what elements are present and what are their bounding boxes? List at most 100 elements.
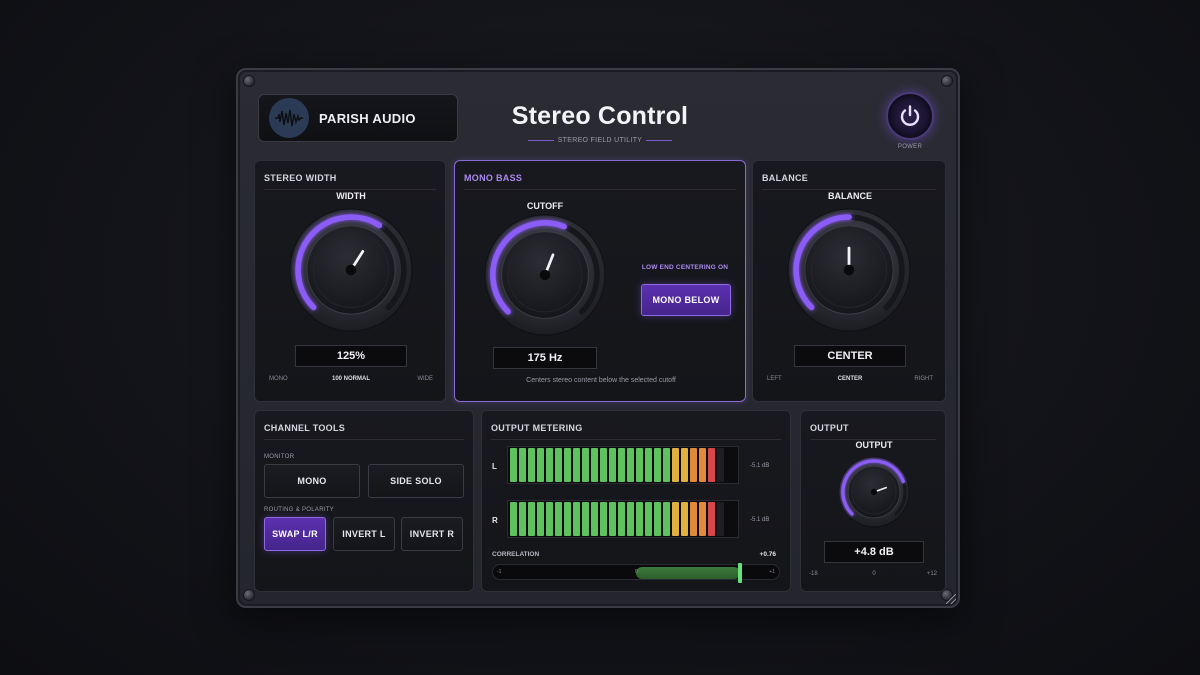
corr-mid-tick: 0: [635, 569, 638, 575]
corr-min-tick: -1: [497, 569, 502, 575]
width-readout[interactable]: 125%: [295, 345, 407, 367]
meter-segment: [555, 502, 562, 536]
cutoff-readout[interactable]: 175 Hz: [493, 347, 597, 369]
output-readout[interactable]: +4.8 dB: [824, 541, 924, 563]
right-db-readout: -5.1 dB: [750, 517, 770, 523]
knob-label: CUTOFF: [526, 201, 564, 211]
meter-segment: [591, 502, 598, 536]
knob-center-dot: [345, 264, 357, 276]
balance-readout[interactable]: CENTER: [794, 345, 906, 367]
meter-segment: [519, 448, 526, 482]
meter-segment: [510, 448, 517, 482]
brand-name: PARISH AUDIO: [319, 110, 416, 126]
scale-max-label: RIGHT: [914, 376, 933, 382]
meter-segment: [564, 448, 571, 482]
panel-title: BALANCE: [762, 173, 936, 190]
mono-bass-hint: Centers stereo content below the selecte…: [526, 377, 676, 384]
stereo-width-panel: STEREO WIDTH WIDTH 125% MONO 100 NORMAL …: [254, 160, 446, 402]
correlation-marker: [738, 563, 743, 583]
correlation-value: +0.76: [759, 551, 776, 558]
power-label: POWER: [897, 144, 923, 150]
meter-segment: [699, 502, 706, 536]
waveform-logo-icon: [269, 98, 309, 138]
meter-segment: [627, 448, 634, 482]
knob-label: WIDTH: [336, 191, 366, 201]
cutoff-knob[interactable]: [483, 213, 607, 337]
low-end-centering-status: LOW END CENTERING ON: [641, 264, 729, 271]
right-level-meter: [507, 500, 739, 538]
meter-segment: [510, 502, 517, 536]
meter-segment: [681, 448, 688, 482]
meter-segment: [636, 448, 643, 482]
invert-r-button[interactable]: INVERT R: [401, 517, 463, 551]
meter-segment: [690, 448, 697, 482]
divider: [646, 140, 673, 141]
plugin-window: PARISH AUDIO Stereo Control STEREO FIELD…: [236, 68, 960, 608]
meter-segment: [618, 502, 625, 536]
meter-segment: [519, 502, 526, 536]
panel-title: MONO BASS: [464, 173, 736, 190]
left-channel-label: L: [492, 462, 497, 471]
correlation-fill: [636, 567, 741, 579]
meter-segment: [681, 502, 688, 536]
meter-segment: [708, 448, 715, 482]
subtitle-row: STEREO FIELD UTILITY: [488, 137, 712, 144]
power-control: POWER: [884, 92, 936, 150]
meter-segment: [672, 502, 679, 536]
output-knob[interactable]: [837, 455, 911, 529]
meter-segment: [582, 502, 589, 536]
power-button[interactable]: [886, 92, 934, 140]
meter-segment: [591, 448, 598, 482]
corr-max-tick: +1: [769, 569, 775, 575]
monitor-section-label: MONITOR: [264, 454, 295, 460]
meter-segment: [528, 502, 535, 536]
meter-segment: [627, 502, 634, 536]
plugin-title: Stereo Control: [511, 102, 689, 130]
screw: [942, 76, 952, 86]
meter-segment: [546, 448, 553, 482]
meter-segment: [564, 502, 571, 536]
knob-center-dot: [843, 264, 855, 276]
right-channel-label: R: [492, 516, 498, 525]
divider: [527, 140, 554, 141]
output-metering-panel: OUTPUT METERING L -5.1 dB R -5.1 dB CORR…: [481, 410, 791, 592]
meter-segment: [717, 502, 724, 536]
meter-segment: [663, 502, 670, 536]
mono-button[interactable]: MONO: [264, 464, 360, 498]
meter-segment: [573, 448, 580, 482]
meter-segment: [609, 502, 616, 536]
scale-mid-label: 0: [872, 571, 876, 577]
panel-title: STEREO WIDTH: [264, 173, 436, 190]
routing-section-label: ROUTING & POLARITY: [264, 507, 335, 513]
side-solo-button[interactable]: SIDE SOLO: [368, 464, 464, 498]
meter-segment: [528, 448, 535, 482]
meter-segment: [645, 502, 652, 536]
output-panel: OUTPUT OUTPUT +4.8 dB -18 0 +12: [800, 410, 946, 592]
meter-segment: [546, 502, 553, 536]
meter-segment: [663, 448, 670, 482]
screw: [244, 590, 254, 600]
meter-segment: [618, 448, 625, 482]
scale-max-label: +12: [926, 571, 937, 577]
left-db-readout: -5.1 dB: [750, 463, 770, 469]
meter-segment: [672, 448, 679, 482]
resize-grip-icon[interactable]: [946, 594, 956, 604]
meter-segment: [636, 502, 643, 536]
balance-knob[interactable]: [786, 207, 912, 333]
invert-l-button[interactable]: INVERT L: [333, 517, 395, 551]
plugin-subtitle: STEREO FIELD UTILITY: [557, 137, 643, 144]
meter-segment: [573, 502, 580, 536]
balance-panel: BALANCE BALANCE CENTER LEFT CENTER RIGHT: [752, 160, 946, 402]
meter-segment: [582, 448, 589, 482]
channel-tools-panel: CHANNEL TOOLS MONITOR MONO SIDE SOLO ROU…: [254, 410, 474, 592]
meter-segment: [537, 502, 544, 536]
meter-segment: [654, 502, 661, 536]
swap-lr-button[interactable]: SWAP L/R: [264, 517, 326, 551]
meter-segment: [555, 448, 562, 482]
knob-center-dot: [539, 269, 551, 281]
scale-max-label: WIDE: [417, 376, 433, 382]
width-knob[interactable]: [288, 207, 414, 333]
meter-segment: [645, 448, 652, 482]
meter-segment: [600, 502, 607, 536]
mono-below-button[interactable]: MONO BELOW: [641, 284, 731, 316]
